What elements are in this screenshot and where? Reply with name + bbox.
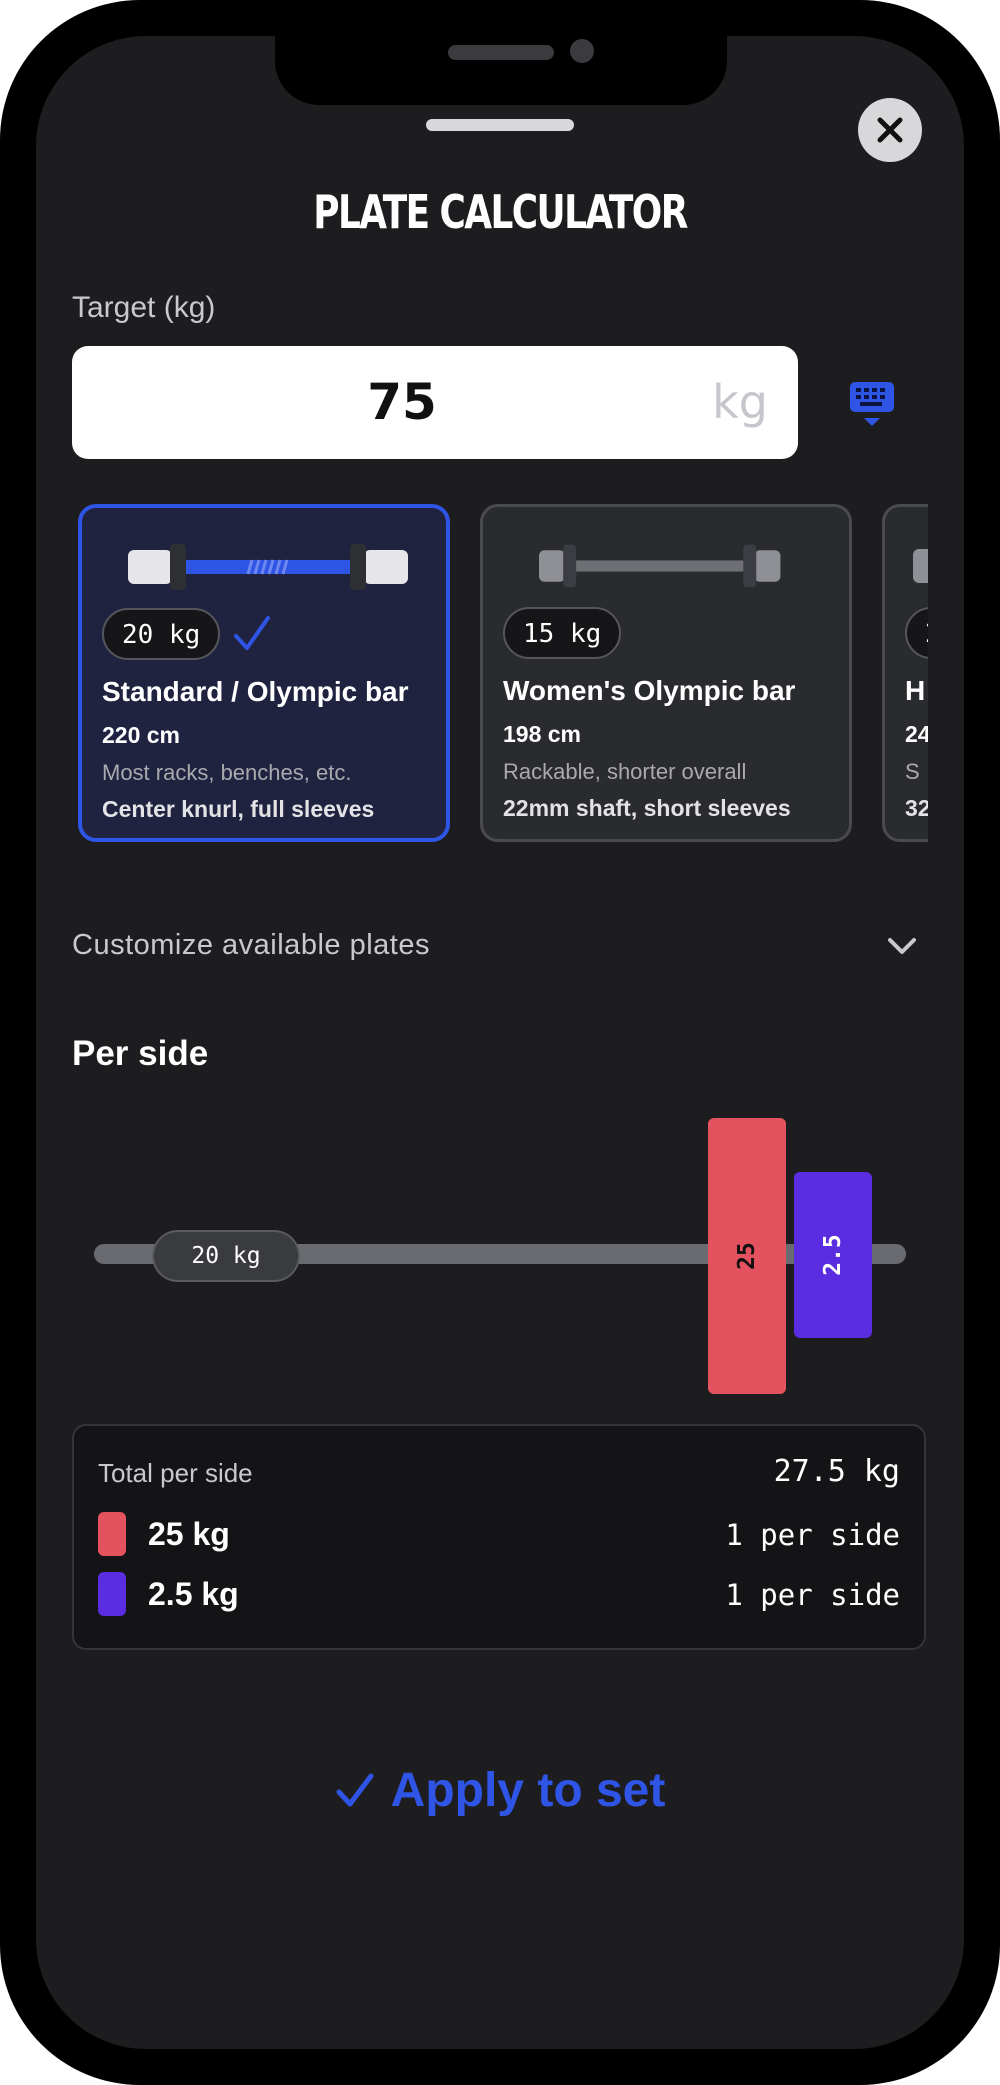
notch xyxy=(275,0,727,105)
customize-plates-toggle[interactable]: Customize available plates xyxy=(72,925,928,967)
close-button[interactable] xyxy=(858,98,922,162)
target-value[interactable]: 75 xyxy=(72,346,732,459)
keyboard-icon[interactable] xyxy=(849,380,895,430)
page-title: PLATE CALCULATOR xyxy=(313,185,688,239)
bar-length: 220 cm xyxy=(102,722,181,748)
camera xyxy=(570,39,594,63)
bar-weight-pill: 20 kg xyxy=(152,1230,300,1282)
per-side-heading: Per side xyxy=(72,1034,209,1073)
bar-selector[interactable]: 20 kg Standard / Olympic bar 220 cm Most… xyxy=(72,504,928,848)
total-value: 27.5 kg xyxy=(773,1454,900,1489)
bar-feature: 22mm shaft, short sleeves xyxy=(503,795,791,821)
check-icon xyxy=(336,1773,374,1807)
target-label: Target (kg) xyxy=(72,291,216,324)
total-label: Total per side xyxy=(98,1458,253,1488)
plate-count: 1 per side xyxy=(725,1578,900,1612)
bar-weight-pill: 2 xyxy=(905,607,928,659)
plate-swatch xyxy=(98,1572,126,1616)
apply-label: Apply to set xyxy=(390,1763,666,1817)
barbell-icon xyxy=(913,549,928,583)
plate-visualization: 20 kg 25 2.5 xyxy=(72,1110,928,1410)
sheet-handle[interactable] xyxy=(426,119,574,131)
bar-card-standard[interactable]: 20 kg Standard / Olympic bar 220 cm Most… xyxy=(78,504,450,842)
bar-feature: 32 xyxy=(905,795,928,821)
bar-note: Rackable, shorter overall xyxy=(503,759,747,784)
plate-weight: 25 kg xyxy=(148,1516,230,1552)
bar-card-womens[interactable]: 15 kg Women's Olympic bar 198 cm Rackabl… xyxy=(480,504,852,842)
bar-weight-pill: 20 kg xyxy=(102,608,221,660)
bar-length: 24 xyxy=(905,721,928,747)
target-unit: kg xyxy=(712,375,768,429)
bar-card-third[interactable]: 2 H 24 S 32 xyxy=(882,504,928,842)
barbell-icon xyxy=(539,544,781,588)
bar-note: S xyxy=(905,759,920,784)
bar-feature: Center knurl, full sleeves xyxy=(102,796,375,822)
bar-weight-pill: 15 kg xyxy=(503,607,622,659)
bar-length: 198 cm xyxy=(503,721,582,747)
chevron-down-icon xyxy=(888,938,916,954)
summary-panel: Total per side 27.5 kg 25 kg 1 per side … xyxy=(72,1424,926,1650)
plate-count: 1 per side xyxy=(725,1518,900,1552)
plate-25: 25 xyxy=(708,1118,786,1394)
customize-label: Customize available plates xyxy=(72,929,430,961)
check-icon xyxy=(234,616,270,650)
barbell-icon xyxy=(128,544,408,590)
bar-name: H xyxy=(905,675,926,706)
plate-2-5: 2.5 xyxy=(794,1172,872,1338)
plate-label: 2.5 xyxy=(819,1234,846,1276)
apply-to-set-button[interactable]: Apply to set xyxy=(0,1760,1000,1820)
bar-note: Most racks, benches, etc. xyxy=(102,760,352,785)
plate-swatch xyxy=(98,1512,126,1556)
bar-name: Women's Olympic bar xyxy=(503,675,796,706)
plate-label: 25 xyxy=(733,1242,760,1270)
plate-weight: 2.5 kg xyxy=(148,1576,239,1612)
speaker xyxy=(448,45,554,60)
close-icon xyxy=(877,117,903,143)
bar-name: Standard / Olympic bar xyxy=(102,676,409,707)
target-input[interactable]: 75 kg xyxy=(72,346,798,459)
